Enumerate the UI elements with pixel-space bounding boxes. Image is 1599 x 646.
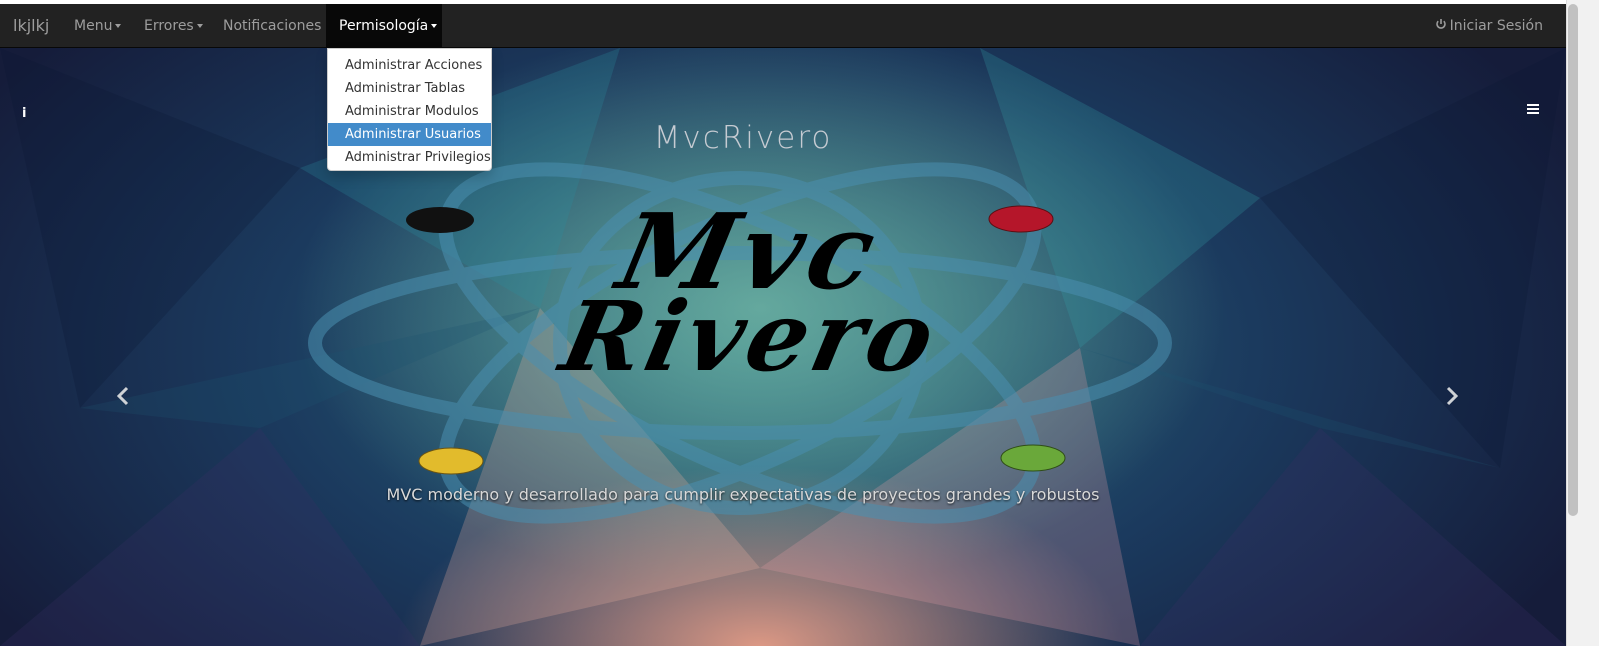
- caret-down-icon: [115, 24, 122, 28]
- power-icon: [1435, 4, 1447, 48]
- caret-down-icon: [196, 24, 203, 28]
- logo-text-rivero: Rivero: [552, 280, 948, 393]
- scrollbar-thumb[interactable]: [1568, 4, 1578, 516]
- logo-dot-green: [1000, 444, 1066, 472]
- nav-permisologia-dropdown[interactable]: Permisología: [326, 4, 442, 48]
- hero-title: MvcRivero: [653, 120, 833, 156]
- menu-item-administrar-privilegios[interactable]: Administrar Privilegios: [328, 146, 491, 169]
- menu-item-administrar-tablas[interactable]: Administrar Tablas: [328, 77, 491, 100]
- nav-menu-label: Menu: [74, 18, 113, 34]
- bars-icon[interactable]: [1527, 104, 1539, 116]
- login-label: Iniciar Sesión: [1449, 18, 1543, 34]
- nav-errores-label: Errores: [144, 18, 194, 34]
- menu-item-administrar-modulos[interactable]: Administrar Modulos: [328, 100, 491, 123]
- chevron-right-icon[interactable]: [1446, 386, 1459, 412]
- nav-menu-dropdown[interactable]: Menu: [61, 4, 134, 48]
- navbar-brand[interactable]: lkjlkj: [13, 4, 49, 48]
- logo-dot-yellow: [418, 447, 484, 475]
- caret-down-icon: [431, 24, 438, 28]
- menu-item-administrar-acciones[interactable]: Administrar Acciones: [328, 54, 491, 77]
- hero-caption: MVC moderno y desarrollado para cumplir …: [386, 485, 1100, 504]
- nav-errores-dropdown[interactable]: Errores: [131, 4, 216, 48]
- login-link[interactable]: Iniciar Sesión: [1422, 4, 1556, 48]
- hero-carousel: i MvcRivero Mvc Rivero MVC moderno y des…: [0, 48, 1566, 646]
- nav-notificaciones[interactable]: Notificaciones: [210, 4, 334, 48]
- menu-item-administrar-usuarios[interactable]: Administrar Usuarios: [328, 123, 491, 146]
- chevron-left-icon[interactable]: [116, 386, 129, 412]
- info-icon[interactable]: i: [22, 106, 26, 121]
- permisologia-dropdown-menu: Administrar Acciones Administrar Tablas …: [327, 48, 492, 171]
- nav-permisologia-label: Permisología: [339, 18, 429, 34]
- navbar: lkjlkj Menu Errores Notificaciones Permi…: [0, 4, 1566, 48]
- nav-notificaciones-label: Notificaciones: [223, 18, 322, 34]
